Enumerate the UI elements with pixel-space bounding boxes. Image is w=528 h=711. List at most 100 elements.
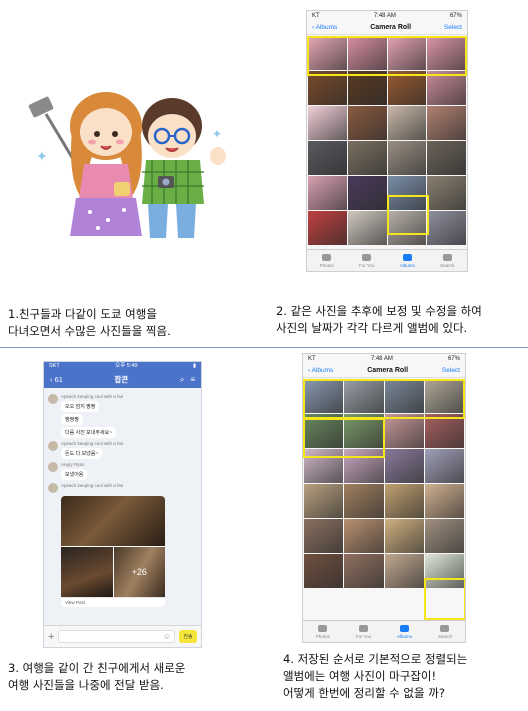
chat-status-bar: SKT 오후 5:49 ▮ — [44, 362, 201, 371]
photo-thumbnail[interactable] — [427, 211, 466, 245]
photo-thumbnail[interactable] — [384, 519, 424, 553]
tab-label: Photos — [319, 262, 334, 268]
shared-photo[interactable] — [61, 496, 165, 546]
view-post-link[interactable]: View Post — [61, 597, 165, 607]
photo-thumbnail[interactable] — [424, 414, 464, 448]
photo-thumbnail[interactable] — [344, 449, 384, 483]
shared-photo[interactable] — [61, 547, 113, 597]
photo-thumbnail[interactable] — [304, 519, 344, 553]
photo-thumbnail[interactable] — [384, 414, 424, 448]
tab-bar: Photos For You Albums Search — [303, 620, 465, 642]
sender-name: Apeach keeping cool with a fan — [61, 394, 124, 399]
photo-thumbnail[interactable] — [384, 554, 424, 588]
photo-thumbnail[interactable] — [427, 36, 466, 70]
tab-label: Photos — [315, 633, 330, 639]
avatar[interactable] — [48, 394, 58, 404]
tab-icon — [402, 253, 412, 261]
photo-thumbnail[interactable] — [308, 141, 347, 175]
albums-back-button[interactable]: ‹ Albums — [312, 24, 337, 31]
shared-photo-album[interactable]: +26 View Post — [61, 496, 165, 607]
photo-thumbnail[interactable] — [387, 176, 427, 210]
photo-grid — [307, 35, 467, 246]
photo-thumbnail[interactable] — [387, 71, 427, 105]
sender-name: Apeach keeping cool with a fan — [61, 483, 124, 488]
photo-thumbnail[interactable] — [344, 519, 384, 553]
photo-thumbnail[interactable] — [308, 106, 347, 140]
photo-thumbnail[interactable] — [387, 36, 427, 70]
photo-thumbnail[interactable] — [387, 141, 427, 175]
photo-thumbnail[interactable] — [384, 379, 424, 413]
photo-thumbnail[interactable] — [347, 141, 387, 175]
select-button[interactable]: Select — [444, 24, 462, 31]
photo-thumbnail[interactable] — [304, 379, 344, 413]
message-bubble[interactable]: 짱짱짱 — [61, 414, 83, 425]
photo-thumbnail[interactable] — [344, 554, 384, 588]
albums-back-label: Albums — [315, 24, 338, 31]
tab-search[interactable]: Search — [438, 624, 452, 639]
photo-thumbnail[interactable] — [344, 484, 384, 518]
camera-roll-screen-after: KT 7:48 AM 67% ‹ Albums Camera Roll Sele… — [302, 353, 466, 643]
message-group: Angry Ryan 보냈어용 — [48, 462, 197, 480]
tab-for-you[interactable]: For You — [359, 253, 374, 268]
menu-icon[interactable]: ≡ — [190, 375, 195, 385]
photo-thumbnail[interactable] — [424, 484, 464, 518]
photo-thumbnail[interactable] — [387, 211, 427, 245]
sender-name: Apeach keeping cool with a fan — [61, 441, 124, 446]
photo-thumbnail[interactable] — [304, 414, 344, 448]
avatar[interactable] — [48, 441, 58, 451]
tab-photos[interactable]: Photos — [315, 624, 330, 639]
camera-roll-screen-before: KT 7:48 AM 67% ‹ Albums Camera Roll Sele… — [306, 10, 468, 272]
avatar[interactable] — [48, 483, 58, 493]
avatar[interactable] — [48, 462, 58, 472]
tab-search[interactable]: Search — [440, 253, 455, 268]
photo-thumbnail[interactable] — [347, 71, 387, 105]
chat-back-button[interactable]: ‹ 61 — [50, 375, 63, 384]
photo-thumbnail[interactable] — [427, 176, 466, 210]
photo-thumbnail[interactable] — [304, 484, 344, 518]
message-list: Apeach keeping cool with a fan 오오 엄지 짱짱짱짱… — [44, 388, 201, 610]
photo-thumbnail[interactable] — [387, 106, 427, 140]
tab-photos[interactable]: Photos — [319, 253, 334, 268]
photo-thumbnail[interactable] — [424, 519, 464, 553]
screen-title: Camera Roll — [370, 24, 412, 31]
caption-step-3: 3. 여행을 같이 간 친구에게서 새로운 여행 사진들을 나중에 전달 받음. — [8, 661, 186, 692]
photo-thumbnail[interactable] — [384, 449, 424, 483]
message-bubble[interactable]: 다음 사진 보내주세요~ — [61, 427, 117, 438]
photo-thumbnail[interactable] — [308, 211, 347, 245]
photo-thumbnail[interactable] — [347, 36, 387, 70]
photo-thumbnail[interactable] — [304, 449, 344, 483]
chat-unread-count: 61 — [54, 375, 63, 384]
photo-thumbnail[interactable] — [347, 176, 387, 210]
photo-thumbnail[interactable] — [384, 484, 424, 518]
message-bubble[interactable]: 오오 엄지 짱짱 — [61, 401, 100, 412]
tab-albums[interactable]: Albums — [400, 253, 415, 268]
photo-thumbnail[interactable] — [424, 379, 464, 413]
photo-thumbnail[interactable] — [344, 379, 384, 413]
message-bubble[interactable]: 보냈어용 — [61, 469, 88, 480]
photo-thumbnail[interactable] — [424, 554, 464, 588]
search-icon[interactable]: ⌕ — [180, 375, 184, 385]
emoticon-icon[interactable]: ☺ — [163, 632, 171, 641]
send-button[interactable]: 전송 — [179, 630, 197, 643]
photo-thumbnail[interactable] — [424, 449, 464, 483]
message-bubble[interactable]: 돈도 다 보냈음~ — [61, 448, 103, 459]
photo-thumbnail[interactable] — [347, 106, 387, 140]
tab-albums[interactable]: Albums — [397, 624, 412, 639]
albums-back-button[interactable]: ‹ Albums — [308, 367, 333, 374]
photo-thumbnail[interactable] — [347, 211, 387, 245]
message-input[interactable]: ☺ — [58, 630, 175, 643]
photo-thumbnail[interactable] — [427, 71, 466, 105]
photo-thumbnail[interactable] — [427, 141, 466, 175]
photo-thumbnail[interactable] — [308, 176, 347, 210]
select-button[interactable]: Select — [442, 367, 460, 374]
photo-thumbnail[interactable] — [308, 71, 347, 105]
tab-label: Search — [440, 262, 455, 268]
photo-thumbnail[interactable] — [308, 36, 347, 70]
tab-for-you[interactable]: For You — [356, 624, 371, 639]
photo-thumbnail[interactable] — [344, 414, 384, 448]
svg-text:✦: ✦ — [36, 149, 48, 165]
shared-photo-more[interactable]: +26 — [113, 547, 165, 597]
photo-thumbnail[interactable] — [304, 554, 344, 588]
photo-thumbnail[interactable] — [427, 106, 466, 140]
plus-icon[interactable]: + — [48, 631, 54, 643]
